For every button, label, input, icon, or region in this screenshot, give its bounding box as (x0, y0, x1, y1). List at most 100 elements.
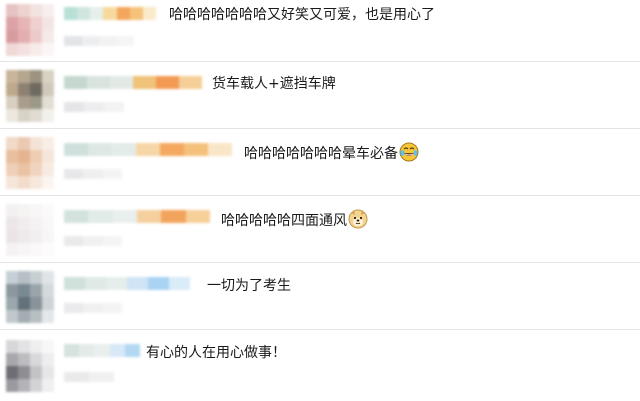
avatar-pixel (6, 176, 18, 189)
avatar-pixel (18, 4, 30, 17)
username-pixel (148, 277, 169, 290)
avatar-pixel (6, 83, 18, 96)
avatar-pixel (30, 379, 42, 392)
meta-pixel (64, 102, 84, 112)
avatar-pixel (42, 204, 54, 217)
username-pixel (106, 277, 127, 290)
crying-laughing-emoji (399, 142, 419, 162)
avatar-pixel (30, 340, 42, 353)
avatar[interactable] (6, 204, 54, 256)
username-pixel (116, 7, 130, 20)
username-pixel (85, 277, 106, 290)
avatar-pixel (6, 204, 18, 217)
avatar-pixel (18, 243, 30, 256)
avatar-pixel (30, 204, 42, 217)
username[interactable] (64, 7, 156, 20)
avatar-pixel (30, 271, 42, 284)
avatar-pixel (6, 70, 18, 83)
avatar-pixel (18, 297, 30, 310)
meta-pixel (81, 36, 99, 46)
avatar-pixel (30, 137, 42, 150)
avatar-pixel (30, 83, 42, 96)
comment-text-content: 哈哈哈哈哈哈哈晕车必备 (244, 146, 398, 162)
comment-meta (64, 102, 124, 112)
comment-text: 一切为了考生 (207, 277, 291, 295)
comment-item: 一切为了考生 (0, 263, 640, 330)
avatar-pixel (6, 340, 18, 353)
avatar[interactable] (6, 137, 54, 189)
avatar-pixel (42, 137, 54, 150)
avatar[interactable] (6, 70, 54, 122)
comment-item: 哈哈哈哈哈哈哈晕车必备 (0, 129, 640, 196)
avatar-pixel (30, 284, 42, 297)
avatar-pixel (42, 284, 54, 297)
username-pixel (208, 143, 232, 156)
avatar-pixel (30, 17, 42, 30)
avatar-pixel (42, 379, 54, 392)
username-pixel (136, 143, 160, 156)
comment-item: 货车载人+遮挡车牌 (0, 62, 640, 129)
username-pixel (64, 7, 78, 20)
comment-text: 有心的人在用心做事！ (146, 344, 286, 362)
avatar-pixel (30, 297, 42, 310)
username[interactable] (64, 210, 210, 223)
comment-text-content: 哈哈哈哈哈四面通风 (221, 213, 347, 229)
avatar-pixel (30, 243, 42, 256)
comment-text-content: 有心的人在用心做事！ (146, 345, 286, 361)
avatar-pixel (18, 230, 30, 243)
avatar-pixel (18, 43, 30, 56)
username[interactable] (64, 277, 190, 290)
username-pixel (103, 7, 117, 20)
avatar-pixel (30, 109, 42, 122)
username[interactable] (64, 344, 141, 357)
avatar[interactable] (6, 271, 54, 323)
avatar-pixel (18, 17, 30, 30)
avatar-pixel (6, 243, 18, 256)
avatar-pixel (6, 137, 18, 150)
avatar-pixel (6, 217, 18, 230)
avatar-pixel (6, 310, 18, 323)
username-pixel (129, 7, 143, 20)
username-pixel (179, 76, 202, 89)
comment-meta (64, 303, 122, 313)
avatar[interactable] (6, 4, 54, 56)
avatar-pixel (6, 284, 18, 297)
avatar-pixel (30, 176, 42, 189)
username-pixel (64, 344, 80, 357)
username-pixel (64, 210, 89, 223)
username-pixel (169, 277, 190, 290)
username-pixel (87, 76, 110, 89)
username[interactable] (64, 143, 232, 156)
avatar-pixel (42, 271, 54, 284)
avatar-pixel (18, 96, 30, 109)
avatar-pixel (42, 366, 54, 379)
username-pixel (88, 210, 113, 223)
username[interactable] (64, 76, 202, 89)
meta-pixel (102, 169, 122, 179)
meta-pixel (99, 36, 117, 46)
doge-emoji (348, 209, 368, 229)
meta-pixel (104, 102, 124, 112)
username-pixel (109, 344, 125, 357)
avatar-pixel (18, 70, 30, 83)
comment-text: 哈哈哈哈哈哈哈又好笑又可爱，也是用心了 (169, 6, 435, 24)
avatar-pixel (42, 217, 54, 230)
avatar-pixel (42, 30, 54, 43)
avatar-pixel (30, 366, 42, 379)
meta-pixel (84, 102, 104, 112)
username-pixel (79, 344, 95, 357)
avatar-pixel (42, 297, 54, 310)
avatar-pixel (6, 17, 18, 30)
avatar[interactable] (6, 340, 54, 392)
avatar-pixel (42, 83, 54, 96)
comment-meta (64, 169, 122, 179)
comment-item: 哈哈哈哈哈四面通风 (0, 196, 640, 263)
username-pixel (136, 210, 162, 223)
username-pixel (77, 7, 91, 20)
avatar-pixel (30, 43, 42, 56)
avatar-pixel (42, 43, 54, 56)
avatar-pixel (42, 340, 54, 353)
username-pixel (64, 277, 85, 290)
avatar-pixel (42, 96, 54, 109)
avatar-pixel (18, 310, 30, 323)
